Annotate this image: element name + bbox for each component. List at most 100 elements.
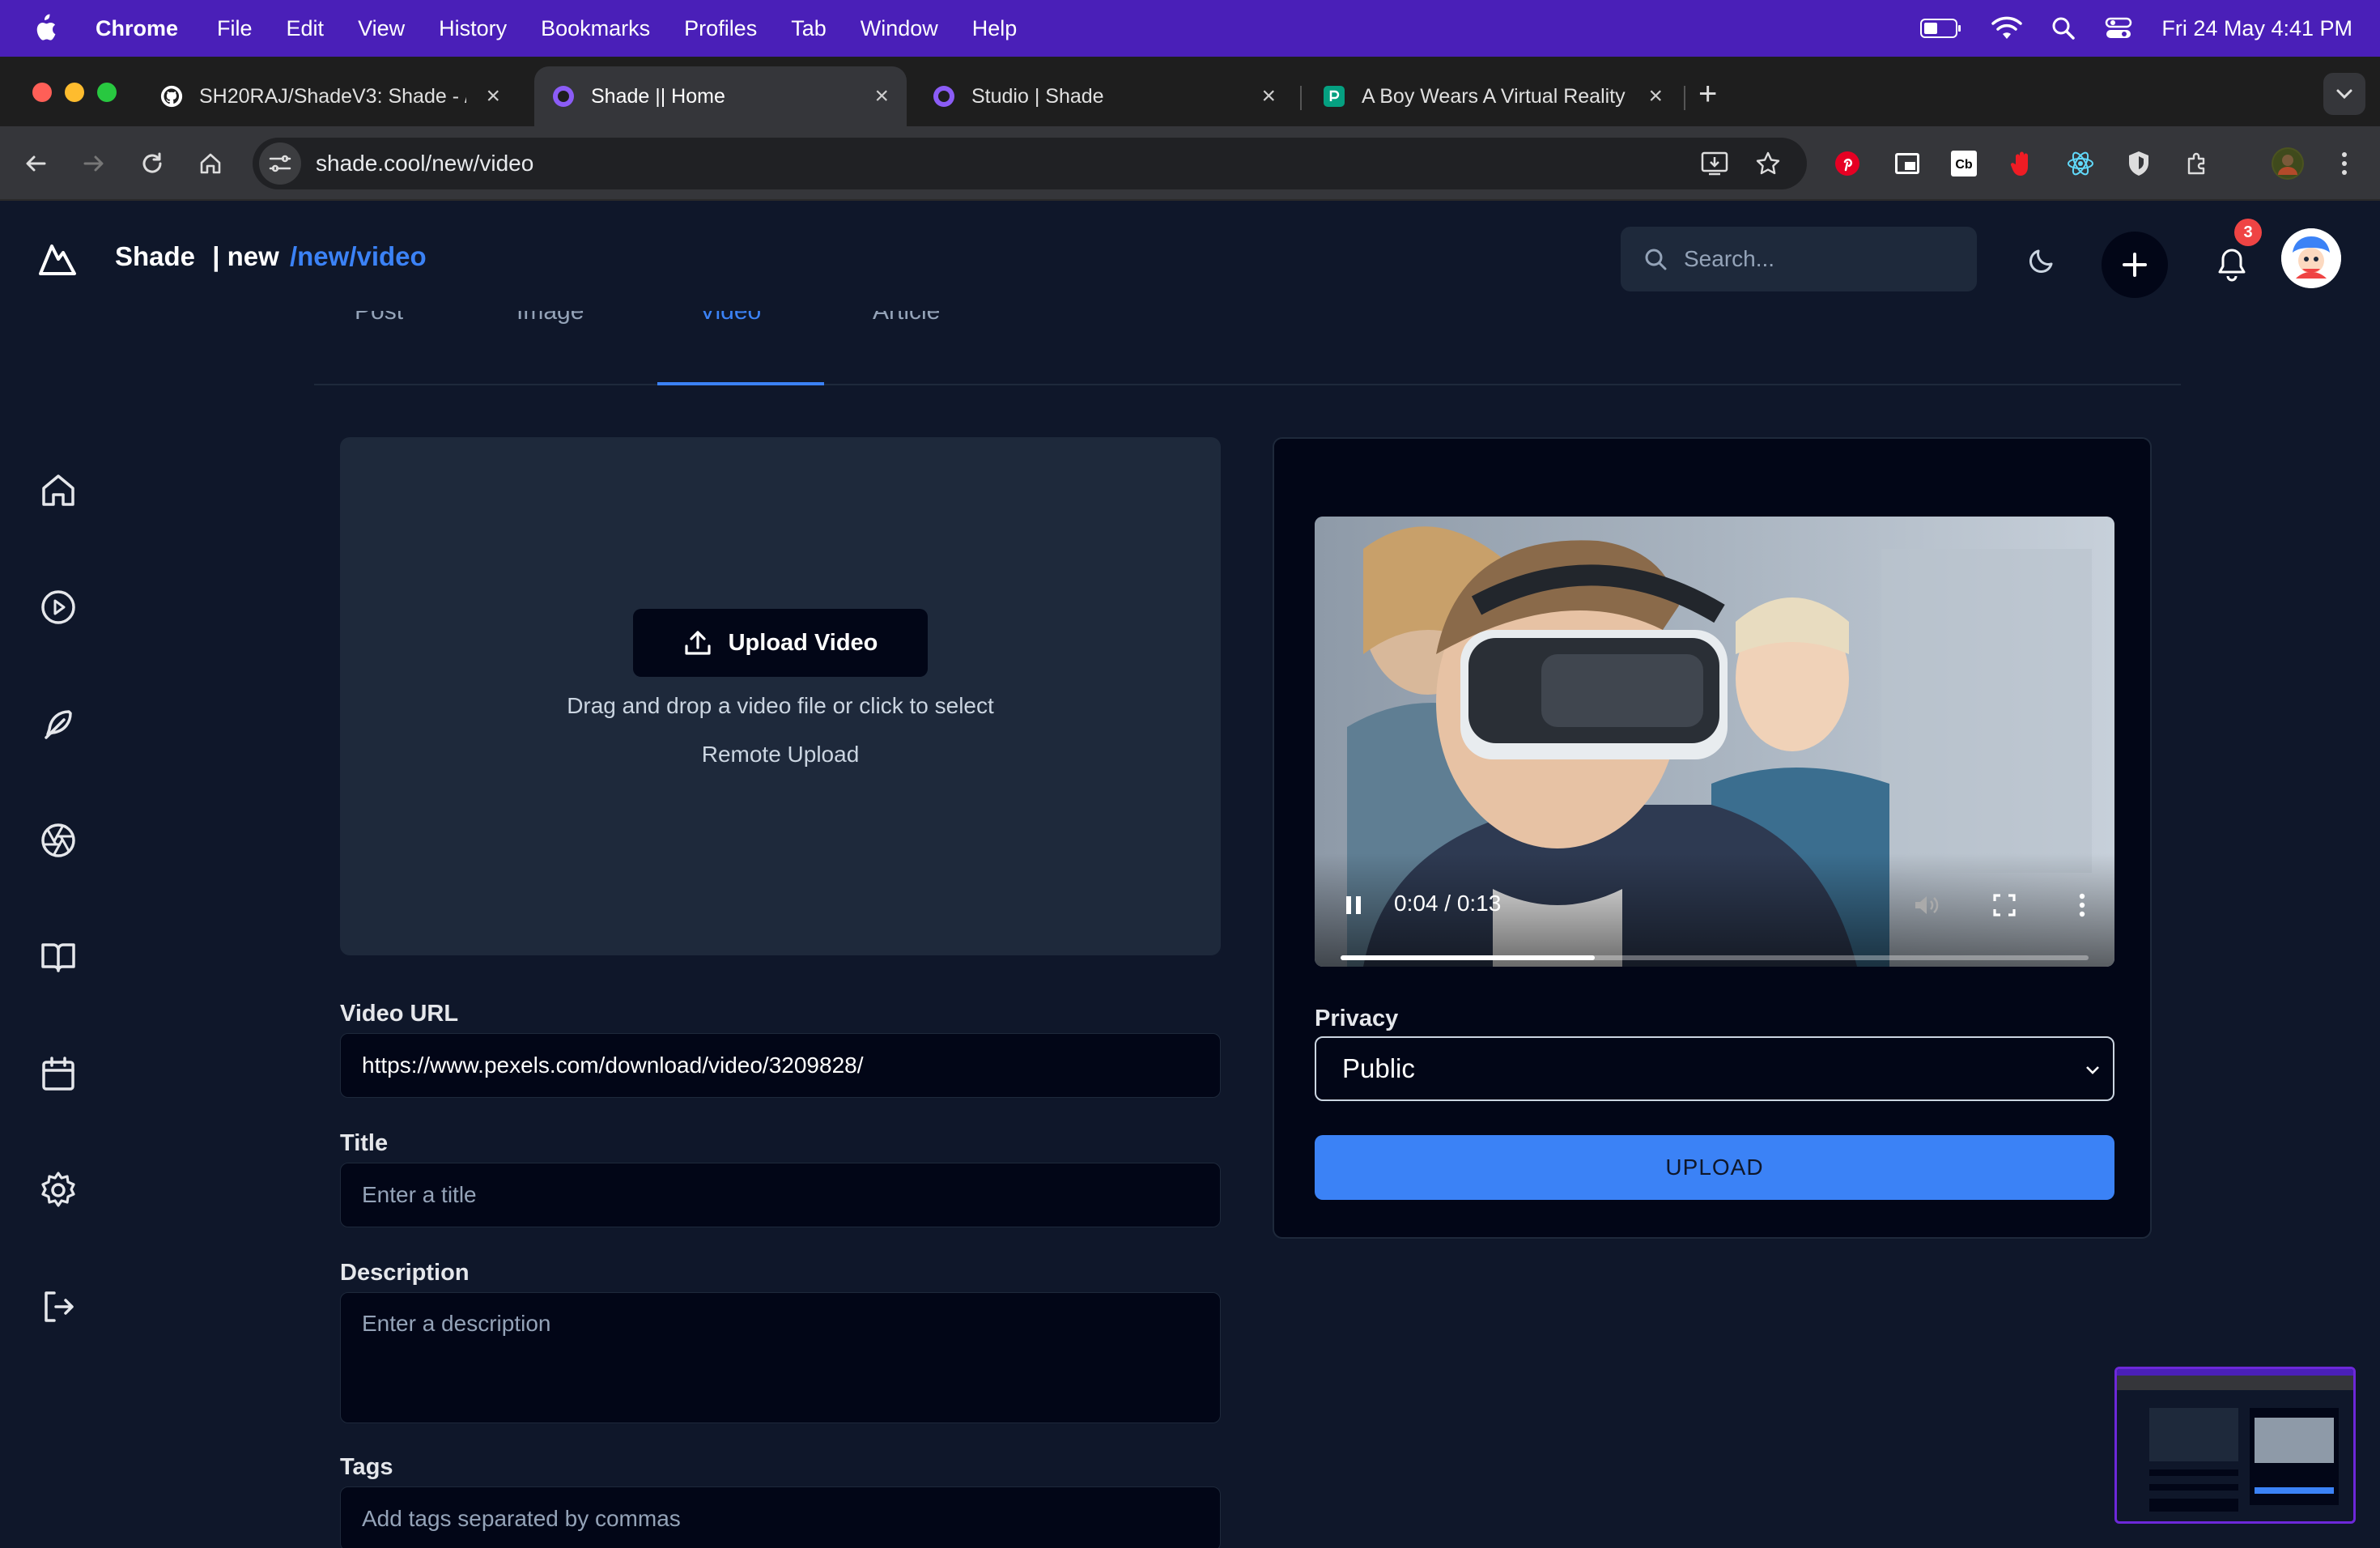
hand-extension-icon[interactable] [2008,149,2037,178]
app-header: Shade | new /new/video Search... 3 [0,201,2380,317]
menu-window[interactable]: Window [861,16,938,41]
install-app-icon[interactable] [1700,149,1729,178]
breadcrumb-path[interactable]: /new/video [290,241,427,271]
create-plus-button[interactable] [2102,232,2168,298]
sidebar-calendar-icon[interactable] [36,1051,81,1096]
upload-submit-button[interactable]: UPLOAD [1315,1135,2114,1200]
tab-post[interactable]: Post [355,311,403,335]
sidebar-settings-gear-icon[interactable] [36,1167,81,1213]
upload-video-button[interactable]: Upload Video [633,609,928,677]
sidebar-home-icon[interactable] [36,468,81,513]
pexels-favicon [1324,86,1345,107]
user-avatar[interactable] [2281,228,2341,288]
tab-search-chevron-icon[interactable] [2323,73,2365,115]
tab-close-icon[interactable]: × [874,83,889,110]
screenshot-thumbnail-preview[interactable] [2114,1367,2356,1524]
tab-title: A Boy Wears A Virtual Reality [1362,84,1626,108]
battery-icon[interactable] [1920,18,1962,39]
tab-close-icon[interactable]: × [1648,83,1663,110]
pause-icon[interactable] [1337,889,1370,921]
shade-favicon [553,86,574,107]
sidebar-videos-play-icon[interactable] [36,585,81,630]
sidebar-feather-icon[interactable] [36,701,81,746]
title-input[interactable]: Enter a title [340,1163,1221,1227]
tab-video-label: Video [699,311,762,325]
menu-view[interactable]: View [358,16,405,41]
tab-close-icon[interactable]: × [1261,83,1276,110]
menu-history[interactable]: History [439,16,507,41]
tab-image[interactable]: Image [516,311,584,335]
menu-edit[interactable]: Edit [287,16,325,41]
extensions-puzzle-icon[interactable] [2182,149,2212,178]
fullscreen-icon[interactable] [1988,889,2021,921]
browser-tab-strip: SH20RAJ/ShadeV3: Shade - / × Shade || Ho… [0,57,2380,126]
shield-extension-icon[interactable] [2124,149,2153,178]
tab-post-label: Post [355,311,404,325]
description-label: Description [340,1260,470,1286]
new-tab-plus-icon[interactable]: + [1698,78,1717,110]
shade-favicon [933,86,954,107]
video-time: 0:04 / 0:13 [1394,891,1502,916]
menu-bookmarks[interactable]: Bookmarks [541,16,650,41]
chrome-menu-kebab-icon[interactable] [2330,149,2359,178]
tab-close-icon[interactable]: × [486,83,500,110]
forward-arrow-icon[interactable] [78,147,110,180]
home-icon[interactable] [194,147,227,180]
cb-extension-icon[interactable]: Cb [1949,149,1978,178]
address-bar[interactable]: shade.cool/new/video [253,138,1807,189]
tab-image-label: Image [516,311,584,325]
browser-tab-pexels[interactable]: A Boy Wears A Virtual Reality × [1305,66,1681,126]
tags-input[interactable]: Add tags separated by commas [340,1486,1221,1548]
svg-text:Cb: Cb [1955,158,1973,172]
macos-menubar: Chrome File Edit View History Bookmarks … [0,0,2380,57]
apple-icon[interactable] [31,14,57,43]
window-minimize-button[interactable] [65,83,84,102]
window-close-button[interactable] [32,83,52,102]
site-info-tune-icon[interactable] [259,142,301,185]
menu-tab[interactable]: Tab [791,16,827,41]
dropzone-hint: Drag and drop a video file or click to s… [567,693,994,718]
window-zoom-button[interactable] [97,83,117,102]
video-dropzone[interactable]: Upload Video Drag and drop a video file … [340,437,1221,955]
browser-tab-shade-home[interactable]: Shade || Home × [534,66,907,126]
wifi-icon[interactable] [1991,16,2023,40]
shade-mountain-logo-icon[interactable] [37,241,78,277]
address-url: shade.cool/new/video [316,151,534,176]
breadcrumb: Shade | new /new/video [115,241,427,272]
profile-avatar[interactable] [2272,147,2304,180]
back-arrow-icon[interactable] [19,147,52,180]
shade-page: Shade | new /new/video Search... 3 Post … [0,201,2380,1548]
reload-icon[interactable] [136,147,168,180]
menubar-clock[interactable]: Fri 24 May 4:41 PM [2161,16,2352,41]
tab-video[interactable]: Video [699,311,761,335]
plus-icon [2123,253,2147,277]
browser-tab-studio[interactable]: Studio | Shade × [915,66,1294,126]
menu-file[interactable]: File [217,16,253,41]
sidebar-logout-icon[interactable] [36,1284,81,1329]
brand-name[interactable]: Shade [115,241,195,271]
remote-upload-link[interactable]: Remote Upload [340,742,1221,768]
dark-mode-moon-icon[interactable] [2022,240,2063,280]
react-devtools-icon[interactable] [2066,149,2095,178]
video-preview-player[interactable]: 0:04 / 0:13 [1315,517,2114,967]
picture-in-picture-extension-icon[interactable] [1893,149,1922,178]
pinterest-extension-icon[interactable] [1833,149,1862,178]
search-input[interactable]: Search... [1621,227,1977,291]
description-textarea[interactable]: Enter a description [340,1292,1221,1423]
video-progress-bar[interactable] [1341,955,2089,960]
menu-profiles[interactable]: Profiles [684,16,757,41]
active-tab-indicator [657,382,824,385]
video-more-kebab-icon[interactable] [2066,889,2098,921]
menu-app-chrome[interactable]: Chrome [96,16,178,41]
browser-tab-github[interactable]: SH20RAJ/ShadeV3: Shade - / × [142,66,518,126]
privacy-select[interactable]: Public [1315,1036,2114,1101]
bookmark-star-icon[interactable] [1753,149,1783,178]
tab-article[interactable]: Article [873,311,940,335]
sidebar-book-icon[interactable] [36,934,81,980]
volume-muted-icon[interactable] [1910,889,1943,921]
sidebar-aperture-icon[interactable] [36,818,81,863]
control-center-icon[interactable] [2105,16,2132,40]
spotlight-search-icon[interactable] [2051,16,2076,40]
menu-help[interactable]: Help [972,16,1018,41]
video-url-input[interactable]: https://www.pexels.com/download/video/32… [340,1033,1221,1098]
